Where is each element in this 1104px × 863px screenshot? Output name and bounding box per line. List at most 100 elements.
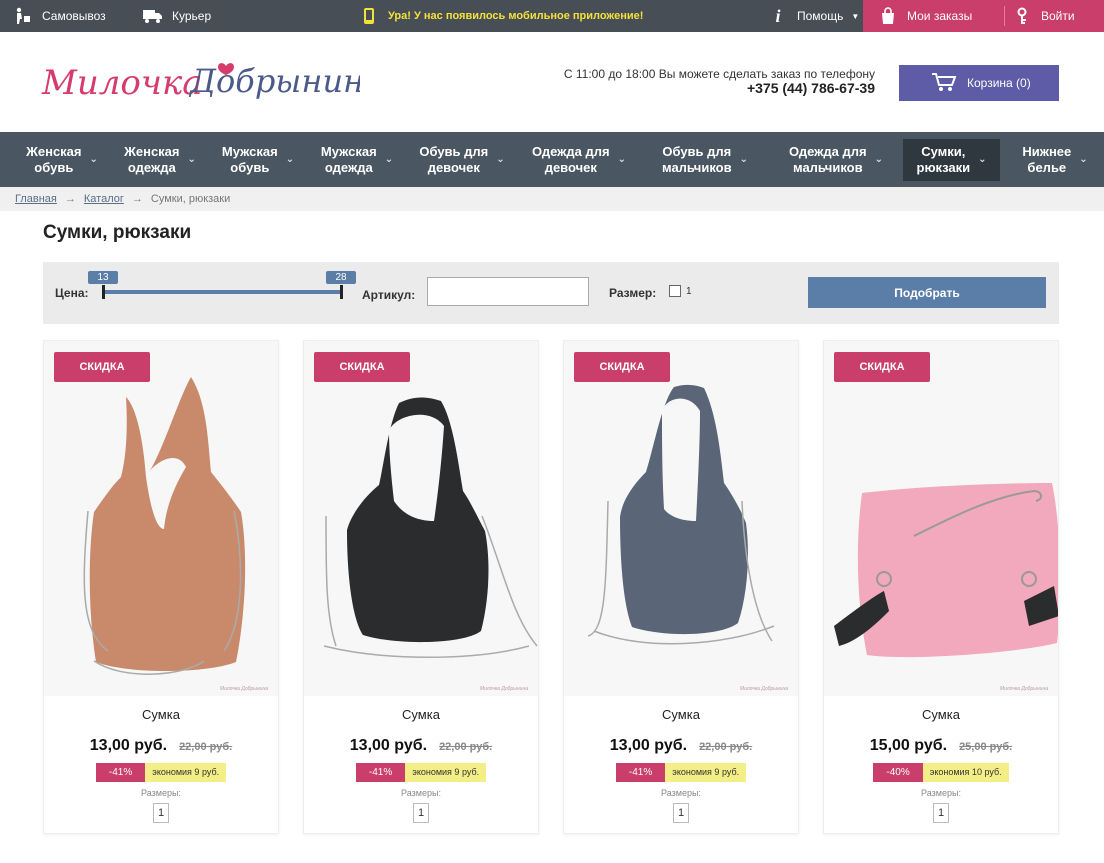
price-row: 15,00 руб. 25,00 руб. <box>824 737 1058 755</box>
main-nav: Женская обувь ⌄ Женская одежда ⌄ Мужская о… <box>0 132 1104 187</box>
nav-item-boys-shoes[interactable]: Обувь для мальчиков ⌄ <box>648 139 762 181</box>
product-name[interactable]: Сумка <box>304 707 538 722</box>
filter-panel: Цена: 13 28 Артикул: Размер: 1 Подобрать <box>43 262 1059 324</box>
saving-amount: экономия 10 руб. <box>922 763 1009 782</box>
breadcrumb-arrow-icon: → <box>131 193 143 205</box>
product-image[interactable]: СКИДКА Милочка Добрынина <box>564 341 798 696</box>
cart-label: Корзина (0) <box>967 76 1031 90</box>
breadcrumb-catalog[interactable]: Каталог <box>84 193 124 205</box>
product-image[interactable]: СКИДКА Милочка Добрынина <box>44 341 278 696</box>
logo[interactable]: Милочка Добрынина <box>40 52 383 117</box>
watermark: Милочка Добрынина <box>739 686 788 692</box>
app-promo-link[interactable]: Ура! У нас появилось мобильное приложени… <box>358 0 643 32</box>
help-menu[interactable]: i Помощь ▼ <box>767 0 859 32</box>
chevron-down-icon: ⌄ <box>874 153 883 165</box>
discount-percent: -41% <box>615 763 666 782</box>
account-area: Мои заказы Войти <box>863 0 1104 32</box>
nav-item-men-shoes[interactable]: Мужская обувь ⌄ <box>212 139 304 181</box>
breadcrumb-arrow-icon: → <box>64 193 76 205</box>
courier-label: Курьер <box>172 9 212 23</box>
nav-item-women-shoes[interactable]: Женская обувь ⌄ <box>16 139 108 181</box>
product-price: 13,00 руб. <box>349 737 428 754</box>
product-card[interactable]: СКИДКА Милочка Добрынина Сумка 13,00 руб… <box>303 340 539 834</box>
nav-item-girls-shoes[interactable]: Обувь для девочек ⌄ <box>410 139 514 181</box>
chevron-down-icon: ⌄ <box>496 153 505 165</box>
price-min-value: 13 <box>88 271 118 284</box>
product-image[interactable]: СКИДКА Милочка Добрынина <box>304 341 538 696</box>
watermark: Милочка Добрынина <box>479 686 528 692</box>
saving-amount: экономия 9 руб. <box>665 763 747 782</box>
size-chip[interactable]: 1 <box>673 803 689 823</box>
filter-submit-button[interactable]: Подобрать <box>808 277 1046 308</box>
login-label: Войти <box>1041 9 1075 23</box>
sizes-label: Размеры: <box>661 788 701 798</box>
truck-icon <box>142 7 164 25</box>
phone-note: С 11:00 до 18:00 Вы можете сделать заказ… <box>563 67 875 81</box>
price-slider-min-handle[interactable] <box>102 285 105 299</box>
size-chip[interactable]: 1 <box>413 803 429 823</box>
product-name[interactable]: Сумка <box>824 707 1058 722</box>
cart-icon <box>931 72 957 95</box>
product-price: 13,00 руб. <box>609 737 688 754</box>
size-checkbox[interactable] <box>669 285 681 297</box>
breadcrumb-current: Сумки, рюкзаки <box>150 193 231 205</box>
nav-item-girls-clothes[interactable]: Одежда для девочек ⌄ <box>522 139 636 181</box>
svg-text:Милочка: Милочка <box>41 63 203 103</box>
price-row: 13,00 руб. 22,00 руб. <box>44 737 278 755</box>
divider <box>1004 6 1005 26</box>
product-old-price: 22,00 руб. <box>699 741 753 753</box>
product-old-price: 22,00 руб. <box>439 741 493 753</box>
chevron-down-icon: ⌄ <box>739 153 748 165</box>
discount-percent: -41% <box>355 763 406 782</box>
discount-percent: -41% <box>95 763 146 782</box>
product-name[interactable]: Сумка <box>44 707 278 722</box>
discount-percent: -40% <box>873 763 923 782</box>
cart-button[interactable]: Корзина (0) <box>899 65 1059 101</box>
price-slider-max-handle[interactable] <box>340 285 343 299</box>
my-orders-link[interactable]: Мои заказы <box>877 0 972 32</box>
product-card[interactable]: СКИДКА Милочка Добрынина Сумка 13,00 руб… <box>43 340 279 834</box>
nav-item-boys-clothes[interactable]: Одежда для мальчиков ⌄ <box>776 139 896 181</box>
product-image[interactable]: СКИДКА Милочка Добрынина <box>824 341 1058 696</box>
chevron-down-icon: ⌄ <box>978 153 987 165</box>
pickup-label: Самовывоз <box>42 9 106 23</box>
price-slider[interactable] <box>103 290 343 294</box>
sizes-label: Размеры: <box>401 788 441 798</box>
chevron-down-icon: ⌄ <box>187 153 196 165</box>
app-promo-text: Ура! У нас появилось мобильное приложени… <box>388 10 644 22</box>
article-input[interactable] <box>427 277 589 306</box>
price-label: Цена: <box>55 286 89 300</box>
nav-item-underwear[interactable]: Нижнее белье ⌄ <box>1008 139 1102 181</box>
chevron-down-icon: ▼ <box>851 11 860 21</box>
discount-badge: СКИДКА <box>54 352 150 382</box>
watermark: Милочка Добрынина <box>219 686 268 692</box>
product-card[interactable]: СКИДКА Милочка Добрынина Сумка 13,00 руб… <box>563 340 799 834</box>
product-name[interactable]: Сумка <box>564 707 798 722</box>
saving-amount: экономия 9 руб. <box>145 763 227 782</box>
page-title: Сумки, рюкзаки <box>43 222 192 243</box>
sizes-label: Размеры: <box>141 788 181 798</box>
size-chip[interactable]: 1 <box>153 803 169 823</box>
size-chip[interactable]: 1 <box>933 803 949 823</box>
courier-link[interactable]: Курьер <box>142 0 211 32</box>
pickup-link[interactable]: Самовывоз <box>12 0 106 32</box>
chevron-down-icon: ⌄ <box>285 153 295 165</box>
price-row: 13,00 руб. 22,00 руб. <box>304 737 538 755</box>
size-option-label: 1 <box>686 286 692 297</box>
pickup-icon <box>12 7 34 25</box>
chevron-down-icon: ⌄ <box>89 153 98 165</box>
chevron-down-icon: ⌄ <box>617 153 626 165</box>
mobile-phone-icon <box>358 7 380 25</box>
product-card[interactable]: СКИДКА Милочка Добрынина Сумка 15,00 руб… <box>823 340 1059 834</box>
breadcrumb-home[interactable]: Главная <box>15 193 57 205</box>
nav-item-women-clothes[interactable]: Женская одежда ⌄ <box>114 139 206 181</box>
help-label: Помощь <box>797 9 844 23</box>
nav-item-men-clothes[interactable]: Мужская одежда ⌄ <box>310 139 404 181</box>
phone-number[interactable]: +375 (44) 786-67-39 <box>560 80 875 96</box>
login-link[interactable]: Войти <box>1011 0 1075 32</box>
size-label: Размер: <box>609 286 657 300</box>
nav-item-bags[interactable]: Сумки, рюкзаки ⌄ <box>903 138 1000 181</box>
product-old-price: 22,00 руб. <box>179 741 233 753</box>
svg-text:Добрынина: Добрынина <box>188 62 360 100</box>
discount-row: -41% экономия 9 руб. <box>304 763 538 782</box>
